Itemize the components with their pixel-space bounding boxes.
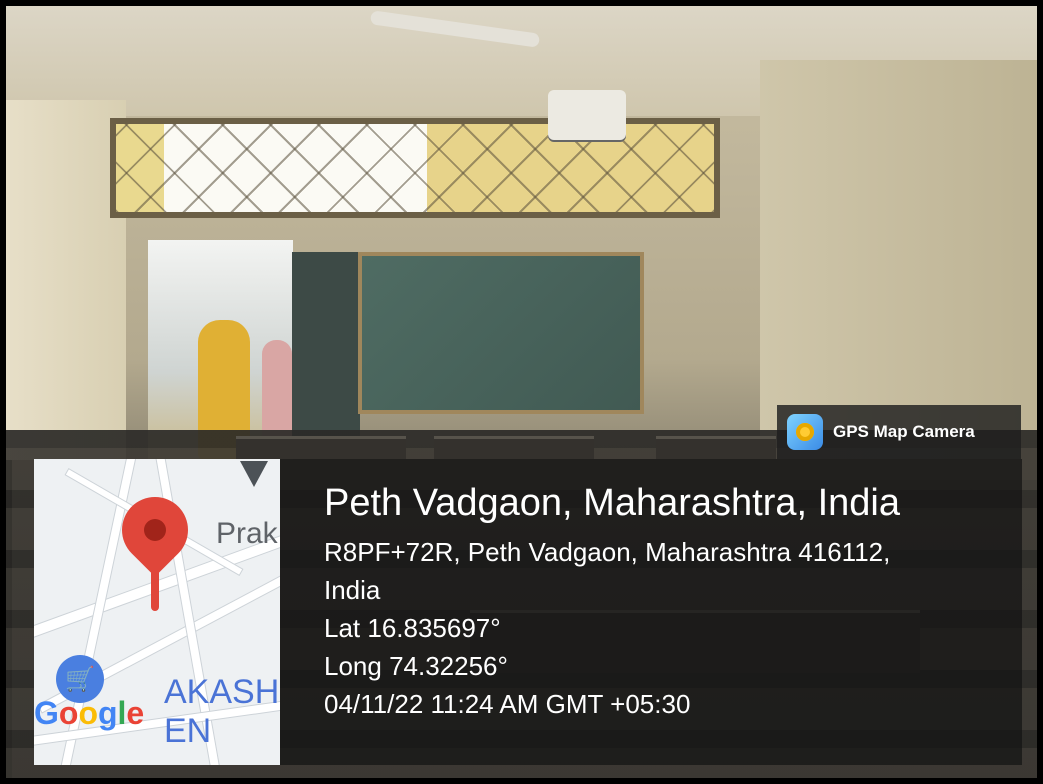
address-line-2: India — [324, 575, 381, 605]
map-pin-tail — [151, 555, 159, 611]
timestamp: 04/11/22 11:24 AM GMT +05:30 — [324, 689, 691, 719]
left-wall — [6, 100, 126, 460]
location-info-panel: Peth Vadgaon, Maharashtra, India R8PF+72… — [280, 459, 1022, 765]
app-name: GPS Map Camera — [833, 422, 975, 441]
gps-map-camera-app-icon — [787, 414, 823, 450]
google-logo: Google — [34, 695, 145, 731]
window-ventilators — [110, 118, 720, 218]
longitude: Long 74.32256° — [324, 651, 508, 681]
door-panel — [292, 252, 360, 452]
mini-map: Prak AKASH EN 🛒 Google — [34, 459, 280, 765]
desk — [236, 436, 406, 459]
latitude: Lat 16.835697° — [324, 613, 501, 643]
desk — [656, 436, 776, 459]
map-label-prak: Prak — [216, 517, 278, 550]
ceiling-projector — [548, 90, 626, 140]
blackboard — [358, 252, 644, 414]
address-line-1: R8PF+72R, Peth Vadgaon, Maharashtra 4161… — [324, 537, 891, 567]
navigation-arrow-icon — [240, 461, 268, 487]
location-title: Peth Vadgaon, Maharashtra, India — [324, 482, 901, 524]
map-label-akash: AKASH EN — [164, 673, 280, 750]
gps-camera-badge: GPS Map Camera — [777, 405, 1021, 459]
desk — [434, 436, 594, 459]
